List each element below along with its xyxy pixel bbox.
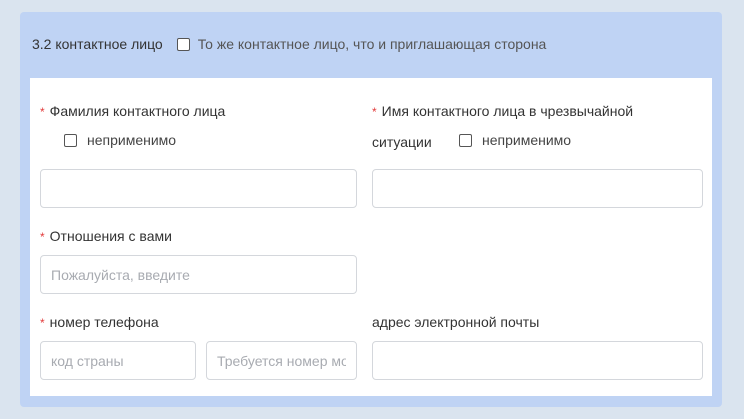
emergency-name-not-applicable-label: неприменимо — [482, 132, 572, 148]
same-as-inviting-checkbox[interactable] — [176, 37, 190, 51]
phone-number-input[interactable] — [206, 341, 357, 380]
relationship-input[interactable] — [40, 255, 357, 294]
surname-input[interactable] — [40, 169, 357, 208]
country-code-input[interactable] — [40, 341, 196, 380]
email-label: адрес электронной почты — [372, 314, 540, 330]
emergency-name-not-applicable-checkbox[interactable] — [459, 133, 472, 147]
surname-not-applicable-checkbox[interactable] — [64, 133, 77, 147]
contact-form: * Фамилия контактного лица неприменимо * И… — [30, 78, 712, 396]
required-mark: * — [40, 230, 45, 244]
emergency-name-label-line2: ситуации — [372, 134, 432, 150]
emergency-name-label-text: Имя контактного лица в чрезвычайной — [381, 103, 634, 119]
section-title: 3.2 контактное лицо — [32, 36, 163, 52]
surname-not-applicable[interactable]: неприменимо — [64, 132, 176, 148]
surname-label: * Фамилия контактного лица — [40, 103, 225, 119]
emergency-name-label: * Имя контактного лица в чрезвычайной — [372, 103, 633, 119]
relationship-label: * Отношения с вами — [40, 228, 172, 244]
required-mark: * — [40, 105, 45, 119]
phone-label: * номер телефона — [40, 314, 159, 330]
phone-label-text: номер телефона — [49, 314, 159, 330]
contact-person-panel: 3.2 контактное лицо То же контактное лиц… — [20, 12, 722, 407]
surname-label-text: Фамилия контактного лица — [49, 103, 226, 119]
surname-not-applicable-label: неприменимо — [87, 132, 177, 148]
required-mark: * — [40, 316, 45, 330]
emergency-name-not-applicable[interactable]: неприменимо — [459, 132, 571, 148]
section-header: 3.2 контактное лицо То же контактное лиц… — [32, 34, 546, 54]
email-input[interactable] — [372, 341, 703, 380]
same-as-inviting-label: То же контактное лицо, что и приглашающа… — [197, 36, 547, 52]
required-mark: * — [372, 105, 377, 119]
emergency-name-input[interactable] — [372, 169, 703, 208]
relationship-label-text: Отношения с вами — [49, 228, 172, 244]
